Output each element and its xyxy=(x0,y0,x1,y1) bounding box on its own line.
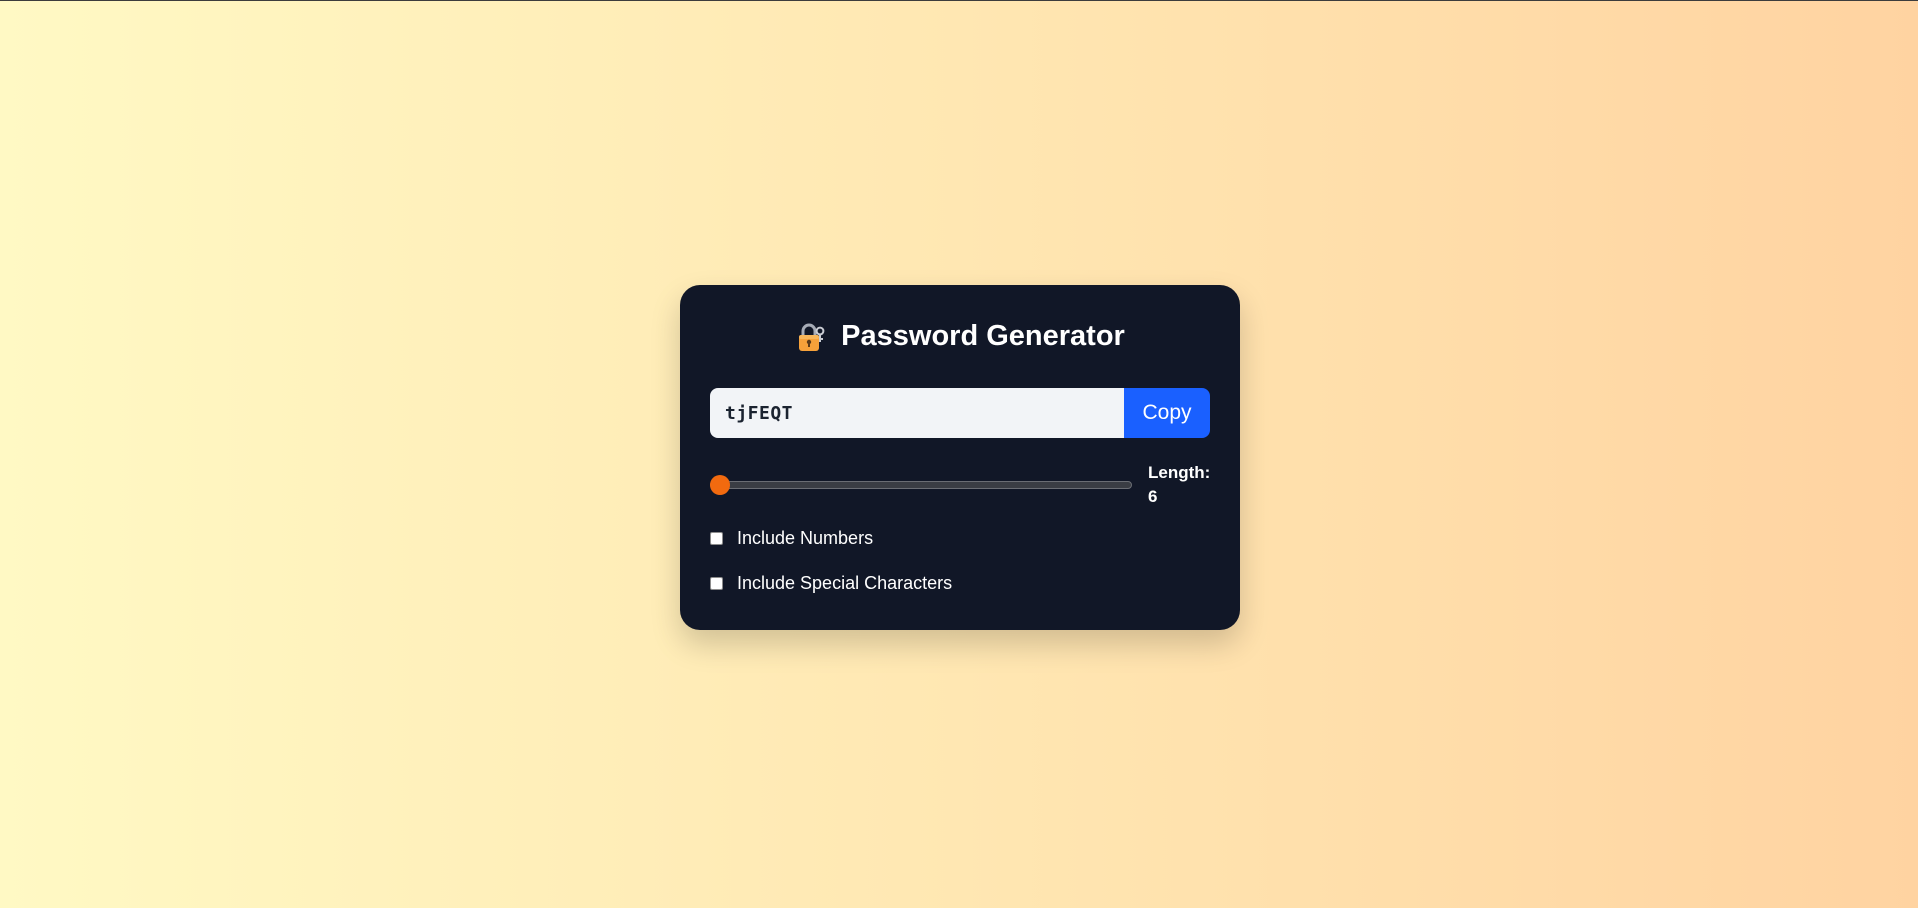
include-special-characters-option[interactable]: Include Special Characters xyxy=(710,569,1210,597)
password-generator-card: Password Generator Copy Length: 6 Includ… xyxy=(680,285,1240,630)
length-slider[interactable] xyxy=(710,475,1132,495)
slider-track[interactable] xyxy=(710,481,1132,489)
page-title: Password Generator xyxy=(710,285,1210,388)
include-numbers-label[interactable]: Include Numbers xyxy=(737,528,873,549)
length-label: Length: xyxy=(1148,463,1211,482)
length-control: Length: 6 xyxy=(710,460,1210,510)
copy-button[interactable]: Copy xyxy=(1124,388,1210,438)
include-special-characters-label[interactable]: Include Special Characters xyxy=(737,573,952,594)
lock-with-key-icon xyxy=(795,321,827,353)
length-value: 6 xyxy=(1148,487,1158,506)
include-special-characters-checkbox[interactable] xyxy=(710,576,723,590)
slider-thumb[interactable] xyxy=(710,475,730,495)
password-output-row: Copy xyxy=(710,388,1210,438)
title-text: Password Generator xyxy=(841,320,1125,352)
length-readout: Length: 6 xyxy=(1148,461,1210,509)
password-field[interactable] xyxy=(710,388,1124,438)
include-numbers-checkbox[interactable] xyxy=(710,531,723,545)
include-numbers-option[interactable]: Include Numbers xyxy=(710,524,1210,552)
